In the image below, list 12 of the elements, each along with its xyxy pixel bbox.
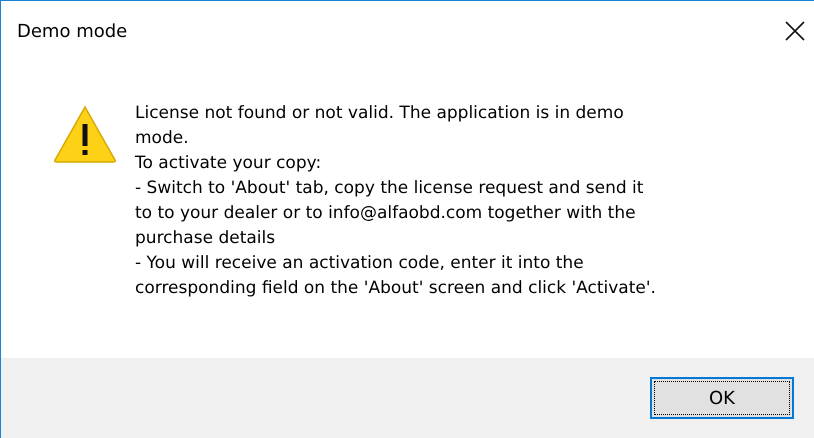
close-icon[interactable] [785,21,805,41]
message-text: purchase details [135,227,276,250]
message-text: To activate your copy: [135,152,322,175]
window-title: Demo mode [17,20,128,42]
ok-button[interactable]: OK [650,377,794,419]
message-text: corresponding field on the 'About' screen and click 'Activate'. [135,277,656,300]
message-text: - You will receive an activation code, enter it into the [135,252,585,275]
message-text: - Switch to 'About' tab, copy the license request and send it [135,177,644,200]
warning-icon [53,105,117,163]
message-text: License not found or not valid. The application is in demo [135,102,625,125]
message-text: to to your dealer or to info@alfaobd.com together with the [135,202,637,225]
message-text: mode. [135,127,190,150]
